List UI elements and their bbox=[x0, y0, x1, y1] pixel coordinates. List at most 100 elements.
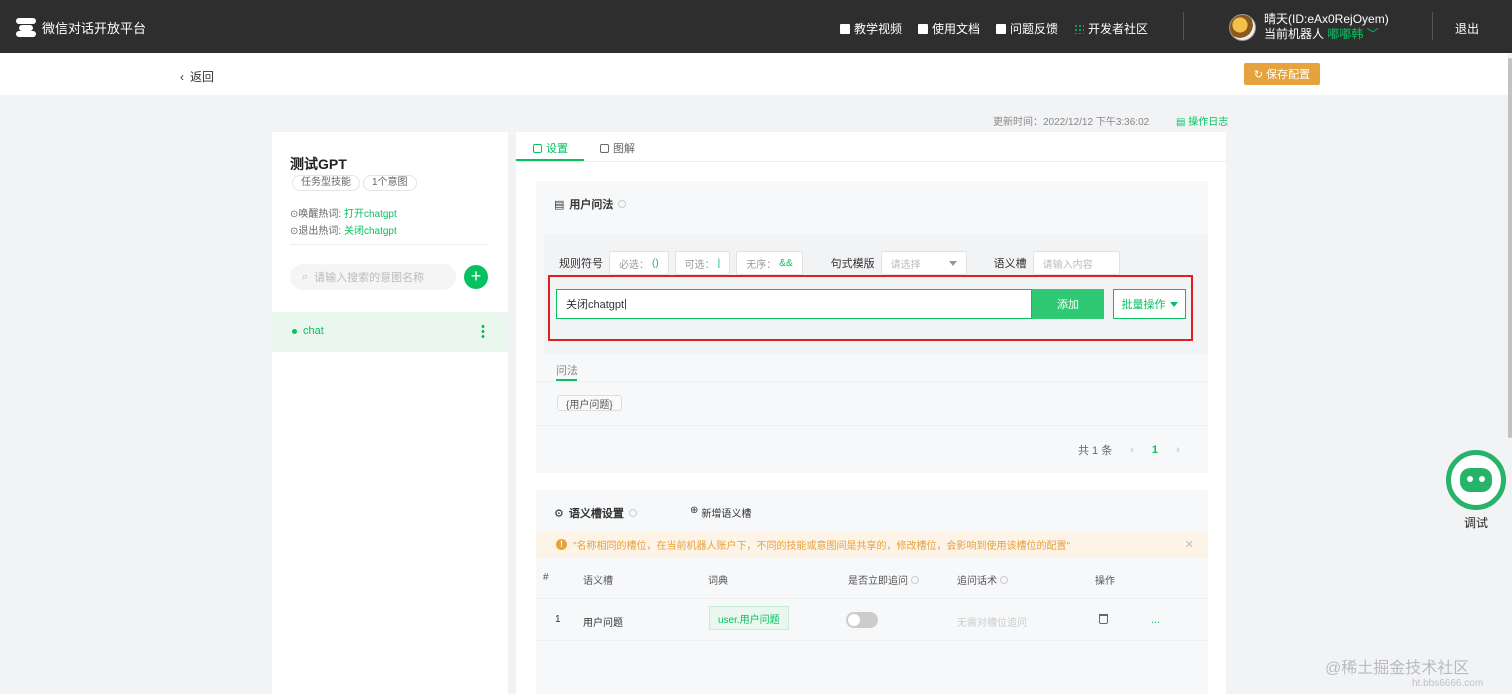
warning-text: "名称相同的槽位，在当前机器人账户下，不同的技能或意图间是共享的，修改槽位，会影… bbox=[573, 541, 1071, 552]
settings-icon bbox=[533, 143, 542, 153]
question-input[interactable]: 关闭chatgpt | bbox=[556, 289, 1032, 319]
add-intent-button[interactable]: + bbox=[464, 265, 488, 289]
oplog-label: 操作日志 bbox=[1188, 117, 1229, 128]
skill-title: 测试GPT bbox=[290, 156, 347, 172]
exit-value: 关闭chatgpt bbox=[343, 226, 397, 237]
rule-symbols: 规则符号 必选：() 可选： | 无序： && 句式模版 请选择 语义槽 请输入内容 bbox=[559, 251, 1120, 275]
nav-label: 教学视频 bbox=[854, 22, 903, 36]
more-icon[interactable]: ... bbox=[1151, 614, 1160, 626]
intent-editor: 设置 图解 ▤ 用户问法 规则符号 必选：() 可选： | 无序： && 句式模… bbox=[516, 132, 1226, 694]
active-tab-indicator bbox=[516, 159, 584, 161]
nav-feedback[interactable]: 问题反馈 bbox=[996, 20, 1058, 37]
col-header-actions: 操作 bbox=[1095, 576, 1115, 587]
row-prompt: 无需对槽位追问 bbox=[957, 618, 1027, 629]
help-icon[interactable] bbox=[628, 509, 637, 517]
brand-name: 微信对话开放平台 bbox=[42, 20, 147, 36]
dict-tag[interactable]: user.用户问题 bbox=[709, 606, 789, 630]
ask-now-toggle[interactable] bbox=[846, 612, 878, 628]
chevron-down-icon: ﹀ bbox=[1366, 27, 1379, 41]
nav-dev-community[interactable]: 开发者社区 bbox=[1074, 20, 1148, 37]
top-nav: 教学视频 使用文档 问题反馈 开发者社区 bbox=[840, 20, 1148, 37]
add-question-button[interactable]: 添加 bbox=[1032, 289, 1104, 319]
nav-tutorial-video[interactable]: 教学视频 bbox=[840, 20, 902, 37]
brand-logo[interactable]: 微信对话开放平台 bbox=[16, 17, 146, 37]
tab-diagram[interactable]: 图解 bbox=[600, 140, 635, 156]
video-icon bbox=[840, 23, 850, 34]
current-robot[interactable]: 当前机器人 嘟嘟韩 ﹀ bbox=[1264, 27, 1389, 42]
debug-label: 调试 bbox=[1464, 516, 1489, 530]
template-select[interactable]: 请选择 bbox=[880, 251, 967, 275]
tab-settings[interactable]: 设置 bbox=[533, 140, 568, 156]
prev-page-icon[interactable]: ‹ bbox=[1130, 444, 1134, 456]
help-icon[interactable] bbox=[1000, 575, 1008, 584]
user-questions-title: ▤ 用户问法 bbox=[554, 196, 627, 212]
row-slot-name: 用户问题 bbox=[583, 618, 623, 629]
help-icon[interactable] bbox=[911, 575, 919, 584]
wechat-dialog-logo-icon bbox=[16, 17, 36, 37]
slot-placeholder: 请输入内容 bbox=[1042, 259, 1093, 271]
slot-label: 语义槽 bbox=[993, 258, 1027, 270]
sub-header: ‹ 返回 ↻ 保存配置 bbox=[0, 53, 1508, 95]
scrollbar-thumb[interactable] bbox=[1508, 58, 1512, 438]
rule-name: 必选： bbox=[619, 259, 649, 271]
template-label: 句式模版 bbox=[830, 258, 875, 270]
col-header-index: # bbox=[543, 572, 549, 583]
slot-input[interactable]: 请输入内容 bbox=[1032, 251, 1120, 275]
batch-operation-button[interactable]: 批量操作 bbox=[1113, 289, 1186, 319]
rule-symbol: && bbox=[779, 257, 793, 269]
tab-label: 设置 bbox=[546, 143, 568, 155]
avatar bbox=[1229, 13, 1256, 41]
batch-label: 批量操作 bbox=[1121, 299, 1166, 311]
intent-search-input[interactable]: ⌕ 请输入搜索的意图名称 bbox=[290, 264, 456, 290]
total-count: 共 1 条 bbox=[1078, 445, 1113, 457]
top-bar: 微信对话开放平台 教学视频 使用文档 问题反馈 开发者社区 晴天(ID:eAx0… bbox=[0, 0, 1512, 53]
slot-settings-card: ⚙ 语义槽设置 ⊕ 新增语义槽 bbox=[536, 490, 1208, 694]
close-icon[interactable]: ✕ bbox=[1185, 538, 1194, 551]
user-name: 晴天(ID:eAx0RejOyem) bbox=[1264, 12, 1389, 26]
exit-hotword: ⊙退出热词: 关闭chatgpt bbox=[290, 222, 397, 237]
exit-label: 退出热词: bbox=[298, 226, 342, 237]
plus-circle-icon: ⊕ bbox=[690, 505, 699, 516]
operation-log-link[interactable]: ▤ 操作日志 bbox=[1176, 113, 1228, 128]
back-label: 返回 bbox=[190, 70, 215, 84]
logout-button[interactable]: 退出 bbox=[1455, 20, 1479, 37]
user-menu[interactable]: 晴天(ID:eAx0RejOyem) 当前机器人 嘟嘟韩 ﹀ bbox=[1229, 12, 1389, 42]
wake-value: 打开chatgpt bbox=[343, 209, 397, 220]
divider bbox=[536, 598, 1208, 599]
debug-button[interactable]: 调试 bbox=[1446, 450, 1506, 530]
tab-label: 图解 bbox=[613, 143, 635, 155]
save-config-button[interactable]: ↻ 保存配置 bbox=[1244, 63, 1320, 85]
grid-icon bbox=[1074, 23, 1085, 34]
log-icon: ▤ bbox=[1176, 117, 1186, 128]
trash-icon[interactable] bbox=[1099, 614, 1108, 624]
warning-icon: ! bbox=[556, 539, 567, 550]
question-input-value: 关闭chatgpt bbox=[566, 299, 625, 311]
rule-optional-chip[interactable]: 可选： | bbox=[674, 251, 731, 275]
row-index: 1 bbox=[555, 614, 561, 625]
col-header-ask-now: 是否立即追问 bbox=[848, 572, 919, 587]
search-placeholder: 请输入搜索的意图名称 bbox=[314, 272, 425, 284]
rule-unordered-chip[interactable]: 无序： && bbox=[736, 251, 803, 275]
intent-item-chat[interactable]: chat bbox=[272, 312, 508, 352]
feedback-icon bbox=[996, 23, 1007, 34]
nav-label: 使用文档 bbox=[932, 22, 981, 36]
robot-icon bbox=[1446, 450, 1506, 510]
doc-icon bbox=[918, 23, 929, 34]
section-title: 语义槽设置 bbox=[568, 508, 624, 520]
question-item[interactable]: {用户问题} bbox=[557, 395, 622, 411]
nav-label: 开发者社区 bbox=[1088, 22, 1149, 36]
intent-count-tag: 1个意图 bbox=[363, 175, 417, 191]
rule-required-chip[interactable]: 必选：() bbox=[609, 251, 669, 275]
col-header-prompt: 追问话术 bbox=[957, 572, 1008, 587]
robot-prefix: 当前机器人 bbox=[1264, 27, 1325, 41]
back-button[interactable]: ‹ 返回 bbox=[180, 68, 214, 85]
update-time: 更新时间：2022/12/12 下午3:36:02 bbox=[993, 117, 1150, 128]
help-icon[interactable] bbox=[618, 200, 627, 208]
new-slot-button[interactable]: ⊕ 新增语义槽 bbox=[690, 505, 751, 520]
nav-docs[interactable]: 使用文档 bbox=[918, 20, 980, 37]
tab-questions[interactable]: 问法 bbox=[556, 362, 578, 378]
next-page-icon[interactable]: › bbox=[1176, 444, 1180, 456]
current-page[interactable]: 1 bbox=[1152, 444, 1158, 456]
more-vertical-icon[interactable] bbox=[481, 324, 485, 338]
watermark-url: ht.bbs6666.com bbox=[1412, 678, 1484, 689]
